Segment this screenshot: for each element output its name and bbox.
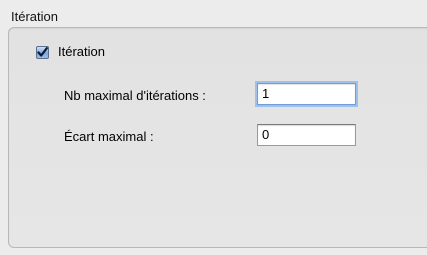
iteration-checkbox-row[interactable]: Itération — [36, 44, 105, 60]
max-iterations-input[interactable]: 1 — [257, 83, 356, 105]
iteration-checkbox[interactable] — [36, 45, 49, 59]
iteration-checkbox-label: Itération — [58, 44, 105, 59]
checkmark-icon — [37, 46, 48, 57]
max-deviation-input[interactable]: 0 — [257, 124, 356, 146]
group-title: Itération — [11, 9, 58, 24]
max-deviation-label: Écart maximal : — [64, 129, 154, 144]
max-iterations-label: Nb maximal d'itérations : — [64, 88, 206, 103]
